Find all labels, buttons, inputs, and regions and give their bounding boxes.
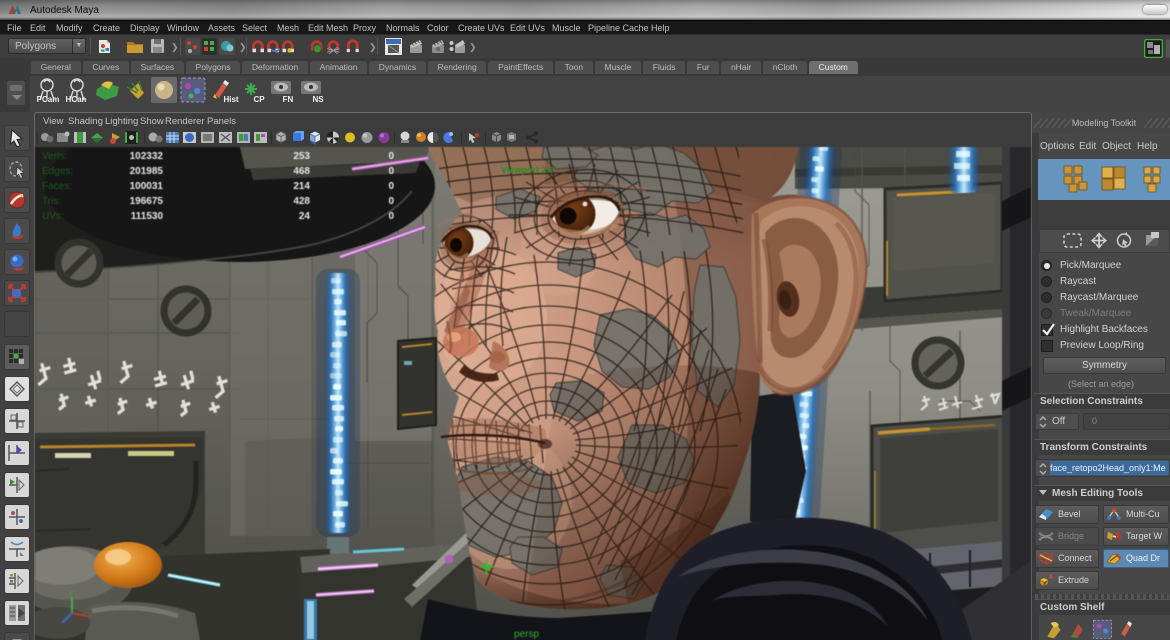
svg-text:428: 428 <box>293 196 310 207</box>
svg-text:Edges:: Edges: <box>42 166 73 177</box>
svg-text:0: 0 <box>388 181 394 192</box>
svg-text:UVs:: UVs: <box>42 211 64 222</box>
svg-text:201985: 201985 <box>130 166 164 177</box>
svg-text:468: 468 <box>293 166 310 177</box>
svg-text:102332: 102332 <box>130 151 164 162</box>
svg-text:214: 214 <box>293 181 310 192</box>
svg-text:y: y <box>69 590 73 597</box>
svg-text:0: 0 <box>388 211 394 222</box>
svg-text:0: 0 <box>388 196 394 207</box>
svg-text:0: 0 <box>388 166 394 177</box>
svg-text:Faces:: Faces: <box>42 181 72 192</box>
svg-text:100031: 100031 <box>130 181 164 192</box>
svg-text:196675: 196675 <box>130 196 164 207</box>
svg-text:Viewport 2.0: Viewport 2.0 <box>501 165 554 175</box>
svg-text:persp: persp <box>514 629 539 640</box>
svg-text:24: 24 <box>299 211 311 222</box>
svg-text:111530: 111530 <box>131 211 164 222</box>
svg-text:Modeling Toolkit: Modeling Toolkit <box>1072 118 1137 128</box>
svg-text:x: x <box>89 614 93 621</box>
svg-text:Tris:: Tris: <box>42 196 61 207</box>
svg-text:Verts:: Verts: <box>42 151 68 162</box>
svg-text:0: 0 <box>388 151 394 162</box>
svg-text:253: 253 <box>293 151 310 162</box>
